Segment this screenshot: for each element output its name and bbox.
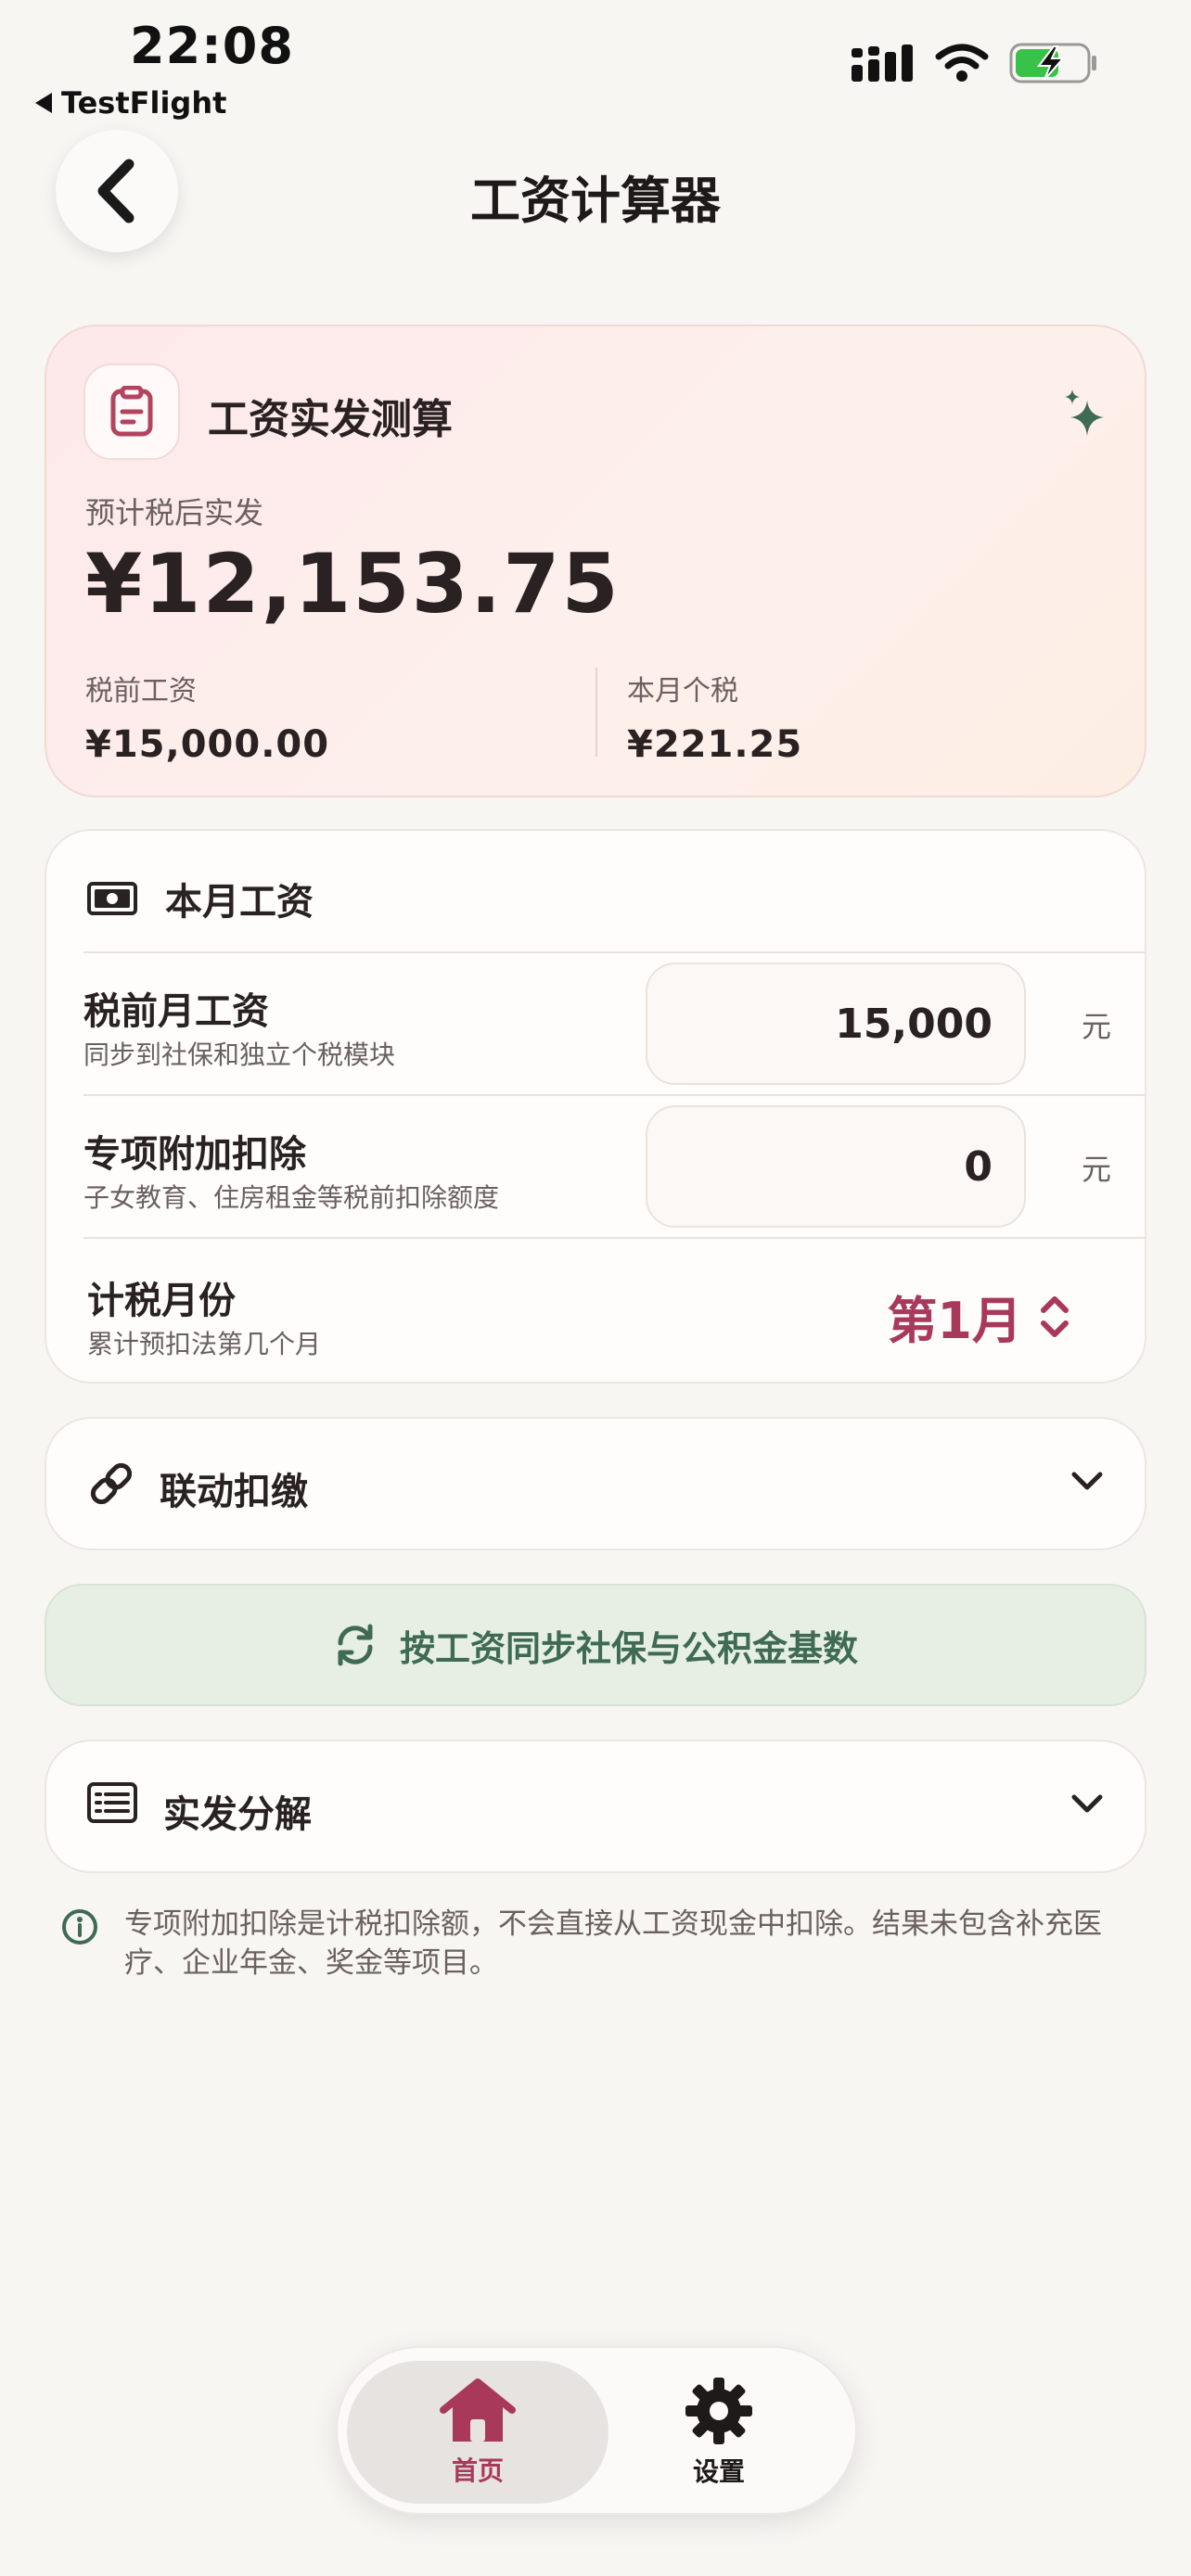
tab-bar: 首页 设置 <box>336 2346 857 2515</box>
special-deduction-row: 专项附加扣除 子女教育、住房租金等税前扣除额度 元 <box>83 1094 1145 1237</box>
page-title: 工资计算器 <box>470 172 721 230</box>
sync-button-label: 按工资同步社保与公积金基数 <box>399 1627 858 1669</box>
banknote-icon <box>87 882 137 915</box>
house-icon <box>440 2378 516 2442</box>
tab-home-label: 首页 <box>451 2455 504 2486</box>
battery-icon <box>1009 43 1096 83</box>
info-icon <box>62 1909 97 1945</box>
linked-deduction-card[interactable]: 联动扣缴 <box>45 1417 1146 1550</box>
refresh-icon <box>338 1624 373 1666</box>
tab-settings[interactable]: 设置 <box>588 2361 850 2504</box>
chevron-up-down-icon <box>1041 1295 1069 1337</box>
gross-salary-input[interactable] <box>646 963 1026 1085</box>
gear-icon <box>685 2378 752 2444</box>
tab-settings-label: 设置 <box>692 2456 745 2487</box>
link-icon <box>90 1462 133 1505</box>
monthly-salary-card: 本月工资 税前月工资 同步到社保和独立个税模块 元 专项附加扣除 子女教育、住房… <box>45 829 1146 1384</box>
special-deduction-row-subtitle: 子女教育、住房租金等税前扣除额度 <box>83 1182 500 1213</box>
back-triangle-icon <box>35 93 52 113</box>
info-note: 专项附加扣除是计税扣除额，不会直接从工资现金中扣除。结果未包含补充医疗、企业年金… <box>61 1905 1137 1983</box>
signal-icon <box>852 45 913 82</box>
monthly-tax-label: 本月个税 <box>627 675 738 708</box>
special-deduction-input[interactable] <box>646 1105 1026 1228</box>
gross-salary-summary: 税前工资 ¥15,000.00 <box>85 668 329 766</box>
summary-title: 工资实发测算 <box>208 396 453 443</box>
summary-divider <box>596 668 597 757</box>
gross-salary-unit: 元 <box>1081 1009 1111 1044</box>
chevron-down-icon <box>1071 1794 1103 1813</box>
tax-month-row-subtitle: 累计预扣法第几个月 <box>87 1329 322 1359</box>
pay-breakdown-title: 实发分解 <box>163 1793 312 1836</box>
info-note-text: 专项附加扣除是计税扣除额，不会直接从工资现金中扣除。结果未包含补充医疗、企业年金… <box>124 1907 1102 1980</box>
monthly-salary-title: 本月工资 <box>165 881 314 924</box>
gross-salary-row: 税前月工资 同步到社保和独立个税模块 元 <box>83 951 1145 1094</box>
tax-month-value: 第1月 <box>887 1292 1022 1350</box>
summary-icon-box <box>83 363 180 460</box>
gross-salary-value: ¥15,000.00 <box>85 723 330 766</box>
sync-social-insurance-button[interactable]: 按工资同步社保与公积金基数 <box>45 1584 1146 1706</box>
testflight-label: TestFlight <box>61 85 227 121</box>
status-bar: 22:08 TestFlight <box>0 0 1191 130</box>
linked-deduction-title: 联动扣缴 <box>160 1471 308 1513</box>
gross-salary-row-subtitle: 同步到社保和独立个税模块 <box>83 1039 396 1070</box>
tax-month-row-title: 计税月份 <box>87 1280 236 1322</box>
tax-month-row: 计税月份 累计预扣法第几个月 第1月 <box>83 1237 1145 1382</box>
status-icons <box>852 43 1098 83</box>
sparkle-icon <box>1065 389 1104 436</box>
list-icon <box>87 1782 137 1823</box>
monthly-tax-value: ¥221.25 <box>627 723 803 766</box>
monthly-tax-summary: 本月个税 ¥221.25 <box>627 668 802 766</box>
special-deduction-unit: 元 <box>1081 1152 1111 1187</box>
net-pay-label: 预计税后实发 <box>85 495 264 530</box>
tab-home[interactable]: 首页 <box>347 2361 608 2504</box>
tax-month-picker[interactable]: 第1月 <box>887 1280 1070 1353</box>
chevron-down-icon <box>1071 1472 1103 1490</box>
gross-salary-row-title: 税前月工资 <box>83 990 269 1033</box>
net-pay-amount: ¥12,153.75 <box>85 536 621 631</box>
status-time: 22:08 <box>130 17 294 75</box>
wifi-icon <box>935 44 989 82</box>
pay-breakdown-card[interactable]: 实发分解 <box>45 1740 1146 1873</box>
special-deduction-row-title: 专项附加扣除 <box>83 1133 306 1176</box>
summary-card: 工资实发测算 预计税后实发 ¥12,153.75 税前工资 ¥15,000.00… <box>45 325 1146 797</box>
gross-salary-label: 税前工资 <box>85 675 197 708</box>
monthly-salary-header: 本月工资 <box>87 872 314 925</box>
clipboard-icon <box>110 386 153 437</box>
testflight-back-link[interactable]: TestFlight <box>35 85 226 121</box>
